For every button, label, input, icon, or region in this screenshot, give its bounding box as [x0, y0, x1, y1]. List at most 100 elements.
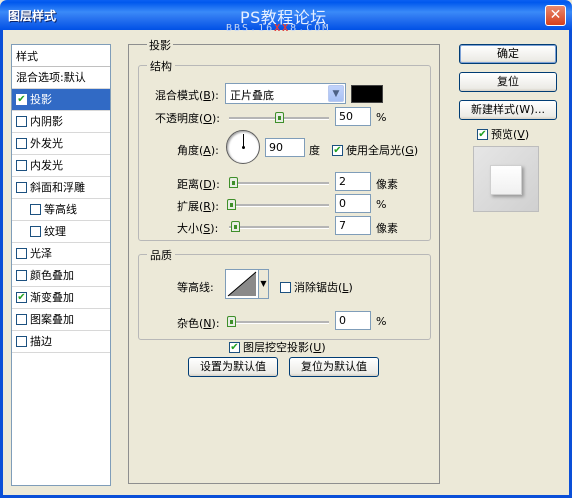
distance-input[interactable]: 2 — [335, 172, 371, 191]
style-list-item-label: 描边 — [30, 335, 52, 348]
angle-input[interactable]: 90 — [265, 138, 305, 157]
knockout-check-icon: ✔ — [229, 341, 240, 353]
make-default-button[interactable]: 设置为默认值 — [188, 357, 278, 377]
distance-label: 距离(D): — [177, 178, 220, 191]
blend-mode-label: 混合模式(B): — [155, 89, 219, 102]
distance-slider-track[interactable] — [229, 182, 329, 185]
spread-label: 扩展(R): — [177, 200, 219, 213]
style-list-item-label: 斜面和浮雕 — [30, 181, 85, 194]
style-list-item[interactable]: ✔ 渐变叠加 — [12, 287, 110, 309]
style-list-item-label: 内阴影 — [30, 115, 63, 128]
spread-unit: % — [376, 198, 387, 211]
style-list-item-label: 内发光 — [30, 159, 63, 172]
style-list-item[interactable]: 纹理 — [12, 221, 110, 243]
noise-label: 杂色(N): — [177, 317, 220, 330]
style-list-item[interactable]: 光泽 — [12, 243, 110, 265]
style-list: 样式 混合选项:默认 ✔ 投影 内阴影 外发光 内发光 斜面和浮雕 等高线 纹理 光泽 颜色叠加 ✔ 渐… — [11, 44, 111, 486]
style-list-item[interactable]: 内发光 — [12, 155, 110, 177]
style-list-item[interactable]: ✔ 投影 — [12, 89, 110, 111]
anti-alias-check-box — [280, 281, 291, 293]
style-items: 混合选项:默认 ✔ 投影 内阴影 外发光 内发光 斜面和浮雕 等高线 纹理 光泽 颜色叠加 ✔ 渐变叠加… — [12, 67, 110, 353]
style-list-item[interactable]: 外发光 — [12, 133, 110, 155]
noise-input[interactable]: 0 — [335, 311, 371, 330]
distance-slider-thumb[interactable] — [229, 177, 238, 188]
style-list-item[interactable]: 颜色叠加 — [12, 265, 110, 287]
anti-alias-checkbox[interactable]: 消除锯齿(L) — [280, 279, 353, 295]
contour-label: 等高线: — [177, 281, 214, 294]
title-bar[interactable]: 图层样式 PS教程论坛 BBS.16XX8.COM ✕ — [0, 0, 572, 34]
opacity-input[interactable]: 50 — [335, 107, 371, 126]
style-list-item-label: 图案叠加 — [30, 313, 74, 326]
spread-slider-thumb[interactable] — [227, 199, 236, 210]
noise-slider-track[interactable] — [229, 321, 329, 324]
style-list-item[interactable]: 混合选项:默认 — [12, 67, 110, 89]
knockout-checkbox[interactable]: ✔ 图层挖空投影(U) — [229, 339, 326, 355]
checkbox-icon[interactable] — [16, 269, 27, 281]
checkbox-icon[interactable] — [30, 203, 41, 215]
checkbox-icon[interactable] — [16, 137, 27, 149]
style-list-item[interactable]: 等高线 — [12, 199, 110, 221]
contour-picker[interactable]: ▼ — [225, 269, 269, 299]
reset-button[interactable]: 复位 — [459, 72, 557, 92]
ok-button[interactable]: 确定 — [459, 44, 557, 64]
blend-mode-select[interactable]: 正片叠底 ▼ — [225, 83, 346, 104]
close-button[interactable]: ✕ — [545, 5, 566, 26]
size-label: 大小(S): — [177, 222, 219, 235]
global-light-check-icon: ✔ — [332, 144, 343, 156]
chevron-down-icon: ▼ — [328, 85, 344, 102]
checkbox-icon[interactable] — [16, 313, 27, 325]
quality-title: 品质 — [147, 247, 175, 263]
angle-label: 角度(A): — [177, 144, 219, 157]
drop-shadow-panel: 投影 结构 混合模式(B): 正片叠底 ▼ 不透明度(O): 50 % 角度(A… — [128, 37, 440, 484]
opacity-slider-thumb[interactable] — [275, 112, 284, 123]
global-light-checkbox[interactable]: ✔ 使用全局光(G) — [332, 142, 418, 158]
style-list-header[interactable]: 样式 — [12, 45, 110, 67]
preview-checkbox[interactable]: ✔ 预览(V) — [477, 126, 529, 142]
size-slider-thumb[interactable] — [231, 221, 240, 232]
checkbox-icon[interactable] — [16, 115, 27, 127]
shadow-color-swatch[interactable] — [351, 85, 383, 103]
noise-unit: % — [376, 315, 387, 328]
checkbox-icon[interactable] — [30, 225, 41, 237]
style-list-item[interactable]: 图案叠加 — [12, 309, 110, 331]
style-list-item-label: 颜色叠加 — [30, 269, 74, 282]
size-input[interactable]: 7 — [335, 216, 371, 235]
checkbox-icon[interactable] — [16, 159, 27, 171]
style-list-item[interactable]: 内阴影 — [12, 111, 110, 133]
opacity-unit: % — [376, 111, 387, 124]
style-list-item-label: 纹理 — [44, 225, 66, 238]
style-list-item[interactable]: 描边 — [12, 331, 110, 353]
distance-unit: 像素 — [376, 178, 398, 191]
structure-title: 结构 — [147, 58, 175, 74]
style-list-item[interactable]: 斜面和浮雕 — [12, 177, 110, 199]
noise-slider-thumb[interactable] — [227, 316, 236, 327]
size-slider-track[interactable] — [229, 226, 329, 229]
style-list-item-label: 混合选项:默认 — [16, 71, 86, 84]
size-unit: 像素 — [376, 222, 398, 235]
checkbox-checked-icon[interactable]: ✔ — [16, 291, 27, 303]
angle-center — [242, 146, 245, 149]
style-preview — [473, 146, 539, 212]
preview-swatch — [490, 165, 522, 195]
angle-dial[interactable] — [226, 130, 260, 164]
contour-preview-icon — [227, 271, 257, 297]
window-title: 图层样式 — [8, 9, 57, 23]
checkbox-checked-icon[interactable]: ✔ — [16, 93, 27, 105]
style-list-item-label: 等高线 — [44, 203, 77, 216]
checkbox-icon[interactable] — [16, 247, 27, 259]
style-list-item-label: 投影 — [30, 93, 52, 106]
checkbox-icon[interactable] — [16, 335, 27, 347]
new-style-button[interactable]: 新建样式(W)... — [459, 100, 557, 120]
close-icon: ✕ — [549, 7, 562, 23]
style-list-item-label: 外发光 — [30, 137, 63, 150]
spread-slider-track[interactable] — [229, 204, 329, 207]
contour-chevron-icon[interactable]: ▼ — [258, 270, 268, 298]
style-list-item-label: 渐变叠加 — [30, 291, 74, 304]
blend-mode-value: 正片叠底 — [230, 89, 274, 102]
opacity-label: 不透明度(O): — [155, 112, 220, 125]
reset-default-button[interactable]: 复位为默认值 — [289, 357, 379, 377]
section-title: 投影 — [147, 37, 173, 53]
checkbox-icon[interactable] — [16, 181, 27, 193]
spread-input[interactable]: 0 — [335, 194, 371, 213]
angle-unit: 度 — [309, 144, 320, 157]
